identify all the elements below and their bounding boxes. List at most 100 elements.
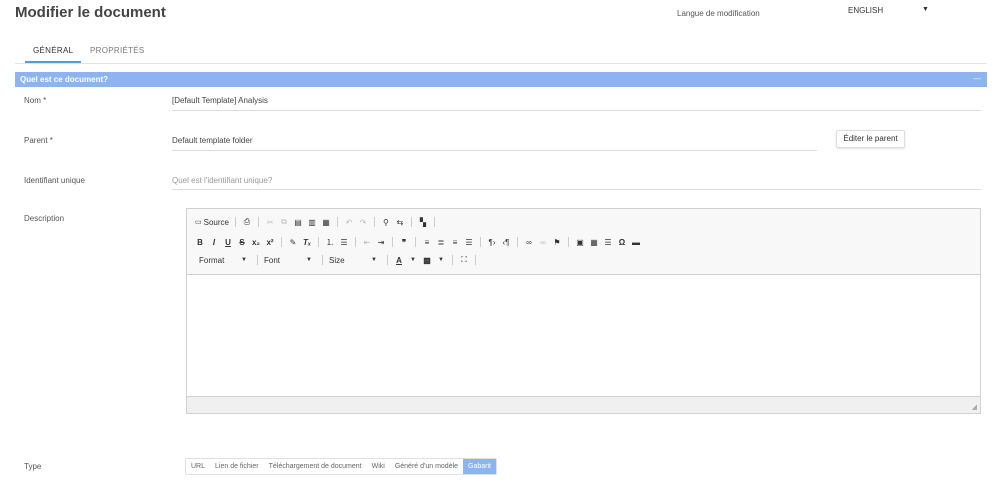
subscript-icon[interactable]: x₂ [251,236,261,248]
page-title: Modifier le document [15,4,166,21]
text-color-icon[interactable]: A [394,254,404,266]
copy-icon[interactable]: ⧉ [279,216,289,228]
toolbar-row-2: B I U S x₂ x² ✎ Tₓ ⒈ ☰ ⇤ ⇥ ❞ ≡ ≣ ≡ ☰ ¶› … [195,235,641,249]
undo-icon[interactable]: ↶ [344,216,354,228]
outdent-icon[interactable]: ⇤ [362,236,372,248]
name-field[interactable]: [Default Template] Analysis [172,96,268,105]
toolbar-separator [373,217,375,227]
type-segmented-control: URL Lien de fichier Téléchargement de do… [185,458,498,475]
language-select[interactable]: ENGLISH ▼ [848,6,938,20]
background-color-icon[interactable]: ▩ [422,254,432,266]
editor-toolbar: ▭ Source ⎙ ✂ ⧉ ▤ ▥ ▦ ↶ ↷ ⚲ ⇆ ▚ B I U S x… [187,209,980,275]
toolbar-row-1: ▭ Source ⎙ ✂ ⧉ ▤ ▥ ▦ ↶ ↷ ⚲ ⇆ ▚ [195,215,437,229]
toolbar-separator [410,217,412,227]
type-option-template[interactable]: Gabarit [463,459,497,474]
language-value: ENGLISH [848,6,884,15]
type-option-generated-from-template[interactable]: Généré d'un modèle [389,459,464,474]
chevron-down-icon: ▼ [241,257,247,263]
paste-text-icon[interactable]: ▥ [307,216,317,228]
toolbar-separator [480,237,481,247]
bulleted-list-icon[interactable]: ☰ [339,236,349,248]
toolbar-separator [517,237,518,247]
find-icon[interactable]: ⚲ [381,216,391,228]
superscript-icon[interactable]: x² [265,236,275,248]
type-option-file-link[interactable]: Lien de fichier [210,459,264,474]
copy-format-icon[interactable]: ✎ [288,236,298,248]
toolbar-separator [568,237,569,247]
horizontal-rule-icon[interactable]: ☰ [603,236,613,248]
description-label: Description [24,214,65,223]
unique-id-field-underline [172,189,981,190]
tab-bar: GÉNÉRAL PROPRIÉTÉS [15,42,987,64]
image-icon[interactable]: ▣ [575,236,585,248]
toolbar-separator [433,217,435,227]
unlink-icon[interactable]: ∞ [538,236,548,248]
underline-icon[interactable]: U [223,236,233,248]
rtl-icon[interactable]: ‹¶ [501,236,511,248]
paste-icon[interactable]: ▤ [293,216,303,228]
print-icon[interactable]: ⎙ [242,216,252,228]
resize-handle-icon[interactable]: ◢ [972,403,977,411]
align-right-icon[interactable]: ≡ [450,236,460,248]
font-dropdown[interactable]: Font ▼ [264,254,316,266]
format-label: Format [199,255,225,265]
tab-general[interactable]: GÉNÉRAL [33,46,73,55]
remove-format-icon[interactable]: Tₓ [302,236,312,248]
unique-id-field[interactable]: Quel est l'identifiant unique? [172,176,272,185]
toolbar-separator [281,237,282,247]
replace-icon[interactable]: ⇆ [395,216,405,228]
parent-field-underline [172,150,817,151]
toolbar-separator [392,237,393,247]
name-field-underline [172,110,981,111]
language-label: Langue de modification [677,9,760,18]
type-label: Type [24,462,42,471]
strikethrough-icon[interactable]: S [237,236,247,248]
collapse-icon[interactable]: — [973,74,981,83]
redo-icon[interactable]: ↷ [358,216,368,228]
link-icon[interactable]: ∞ [524,236,534,248]
anchor-flag-icon[interactable]: ⚑ [552,236,562,248]
special-char-icon[interactable]: Ω [617,236,627,248]
tab-properties[interactable]: PROPRIÉTÉS [90,46,145,55]
edit-parent-button[interactable]: Éditer le parent [836,130,905,148]
toolbar-separator [387,255,388,265]
section-header[interactable]: Quel est ce document? — [15,72,987,87]
numbered-list-icon[interactable]: ⒈ [325,236,335,248]
blockquote-icon[interactable]: ❞ [399,236,409,248]
iframe-icon[interactable]: ▬ [631,236,641,248]
italic-icon[interactable]: I [209,236,219,248]
size-label: Size [329,255,345,265]
format-dropdown[interactable]: Format ▼ [195,254,251,266]
toolbar-separator [234,217,236,227]
toolbar-separator [475,255,476,265]
toolbar-row-3: Format ▼ Font ▼ Size ▼ A ▼ ▩ ▼ ⛶ [195,253,478,267]
ltr-icon[interactable]: ¶› [487,236,497,248]
editor-content-area[interactable] [187,275,980,397]
type-option-document-upload[interactable]: Téléchargement de document [263,459,367,474]
size-dropdown[interactable]: Size ▼ [329,254,381,266]
chevron-down-icon[interactable]: ▼ [408,254,418,266]
toolbar-separator [322,255,323,265]
toolbar-separator [257,255,258,265]
parent-field[interactable]: Default template folder [172,136,253,145]
select-all-icon[interactable]: ▚ [418,216,428,228]
paste-word-icon[interactable]: ▦ [321,216,331,228]
type-option-wiki[interactable]: Wiki [366,459,390,474]
align-left-icon[interactable]: ≡ [422,236,432,248]
source-button[interactable]: ▭ Source [195,216,229,228]
type-option-url[interactable]: URL [186,459,211,474]
unique-id-label: Identifiant unique [24,176,85,185]
section-title: Quel est ce document? [20,75,109,84]
toolbar-separator [336,217,338,227]
editor-status-bar: ◢ [187,396,980,413]
indent-icon[interactable]: ⇥ [376,236,386,248]
maximize-icon[interactable]: ⛶ [459,254,469,266]
chevron-down-icon[interactable]: ▼ [436,254,446,266]
cut-icon[interactable]: ✂ [265,216,275,228]
bold-icon[interactable]: B [195,236,205,248]
align-center-icon[interactable]: ≣ [436,236,446,248]
font-label: Font [264,255,281,265]
toolbar-separator [318,237,319,247]
table-icon[interactable]: ▦ [589,236,599,248]
align-justify-icon[interactable]: ☰ [464,236,474,248]
